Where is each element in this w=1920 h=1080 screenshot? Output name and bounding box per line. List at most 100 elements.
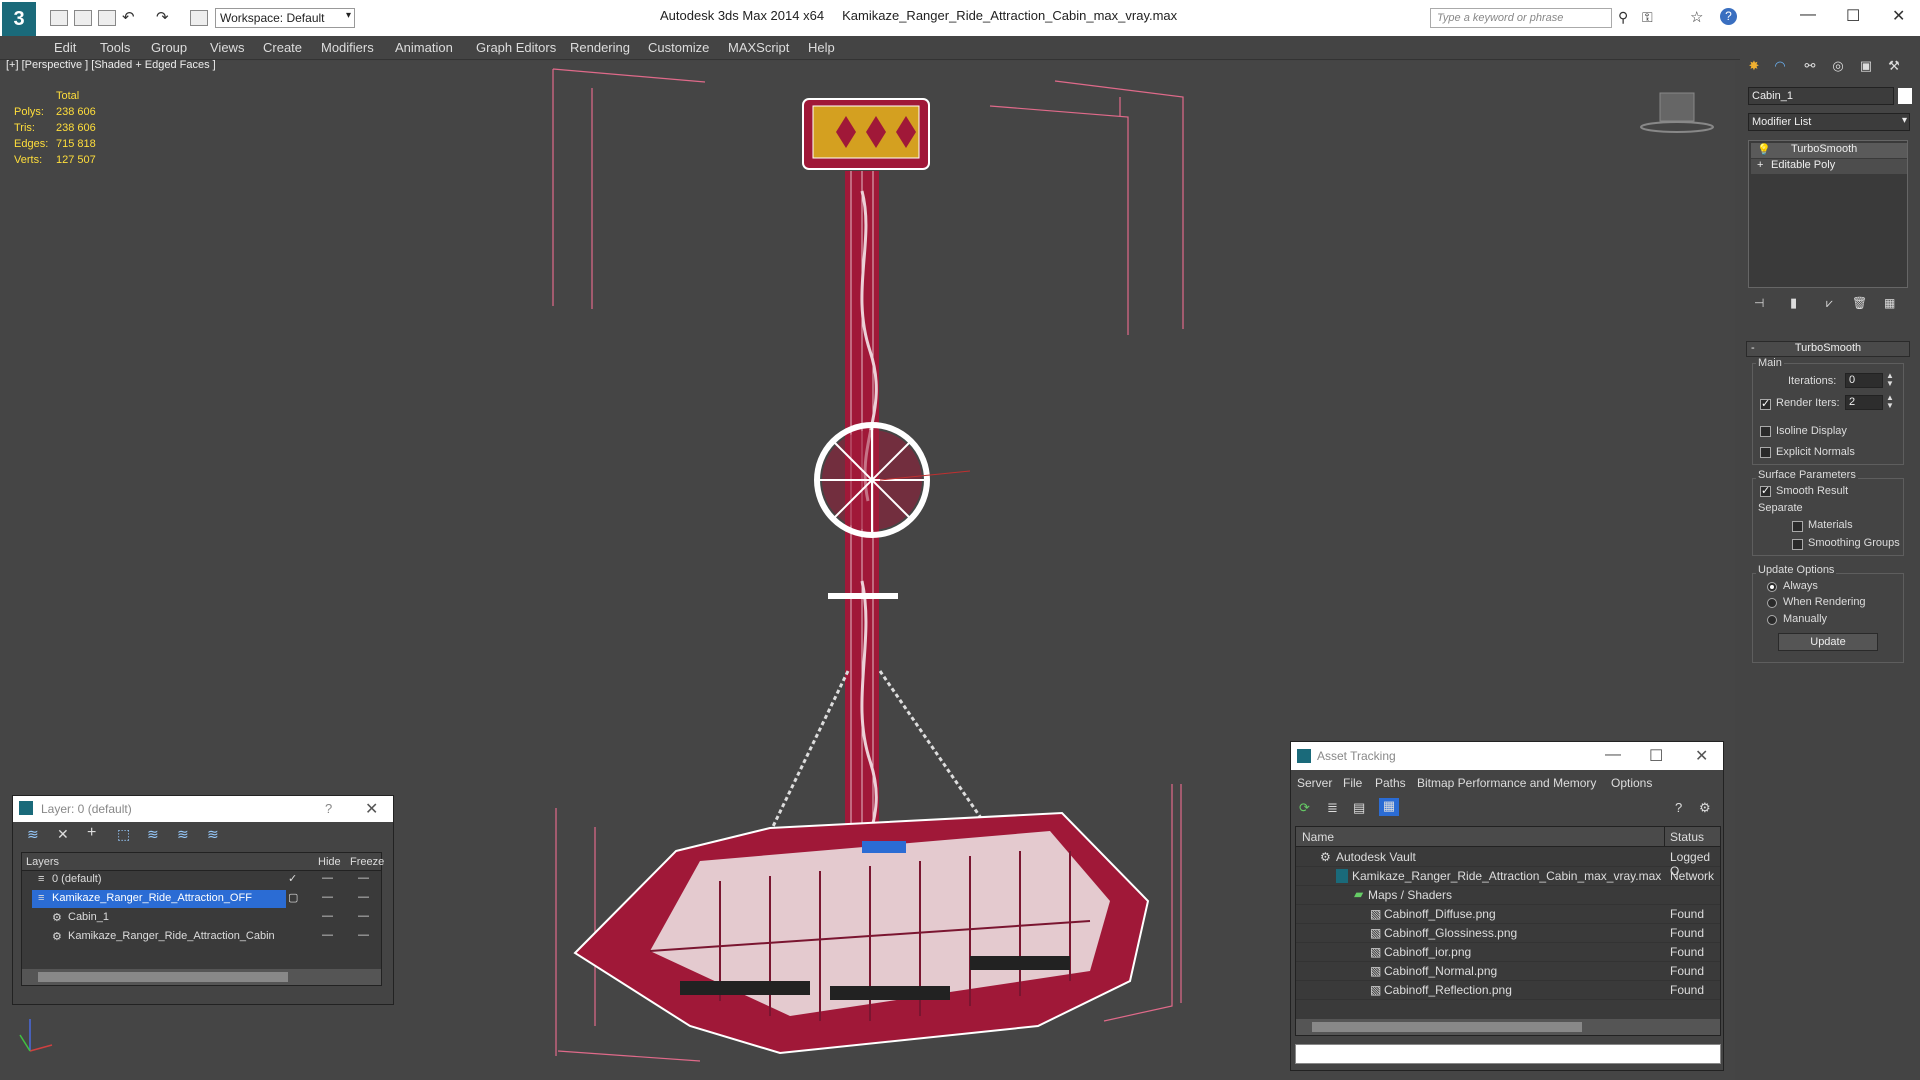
menu-maxscript[interactable]: MAXScript [728,40,789,55]
maximize-icon[interactable]: ☐ [1846,6,1860,26]
show-end-result-icon[interactable]: ▮ [1790,295,1797,311]
asset-row[interactable]: ▰ Maps / Shaders [1296,886,1720,905]
redo-icon[interactable]: ↷ [156,8,169,26]
motion-tab-icon[interactable]: ◎ [1828,58,1848,78]
asset-row[interactable]: ▧ Cabinoff_Diffuse.png Found [1296,905,1720,924]
asset-row[interactable]: Kamikaze_Ranger_Ride_Attraction_Cabin_ma… [1296,867,1720,886]
menu-edit[interactable]: Edit [54,40,76,55]
always-radio[interactable] [1767,582,1777,592]
maximize-icon[interactable]: ☐ [1649,746,1663,766]
configure-sets-icon[interactable]: ▦ [1884,296,1895,310]
col-name[interactable]: Name [1302,830,1334,844]
smoothing-groups-checkbox[interactable] [1792,539,1803,550]
rollout-turbosmooth[interactable]: - TurboSmooth [1746,341,1910,357]
grid-view-icon[interactable]: ▦ [1379,798,1399,816]
menu-paths[interactable]: Paths [1375,776,1406,790]
menu-rendering[interactable]: Rendering [570,40,630,55]
display-tab-icon[interactable]: ▣ [1856,58,1876,78]
close-icon[interactable]: ✕ [365,799,378,819]
close-icon[interactable]: ✕ [1695,746,1708,766]
search-input[interactable]: Type a keyword or phrase [1430,8,1612,28]
open-file-icon[interactable] [74,10,92,26]
close-icon[interactable]: ✕ [1892,6,1905,26]
hierarchy-tab-icon[interactable]: ⚯ [1800,58,1820,78]
freeze-toggle[interactable]: — [358,872,369,884]
col-divider[interactable] [1664,827,1665,847]
binoculars-icon[interactable]: ⚲ [1618,9,1628,26]
table-view-icon[interactable]: ▤ [1353,800,1365,816]
spinner-arrows-icon[interactable]: ▲ ▼ [1886,372,1894,388]
asset-row[interactable]: ▧ Cabinoff_Glossiness.png Found [1296,924,1720,943]
menu-animation[interactable]: Animation [395,40,453,55]
highlight-layer-icon[interactable]: ≋ [147,826,159,843]
stack-item-editable-poly[interactable]: + Editable Poly [1751,159,1907,174]
freeze-all-icon[interactable]: ≋ [207,826,219,843]
refresh-icon[interactable]: ⟳ [1299,800,1310,816]
hide-all-icon[interactable]: ≋ [177,826,189,843]
modify-tab-icon[interactable]: ◠ [1770,58,1790,78]
undo-icon[interactable]: ↶ [122,8,135,26]
menu-help[interactable]: Help [808,40,835,55]
pin-stack-icon[interactable]: ⊣ [1754,296,1764,310]
modifier-list-dropdown[interactable]: Modifier List ▾ [1748,113,1910,131]
expand-icon[interactable]: + [1757,159,1763,171]
scrollbar-thumb[interactable] [1312,1022,1582,1032]
menu-tools[interactable]: Tools [100,40,130,55]
col-layers[interactable]: Layers [26,856,59,868]
manually-radio[interactable] [1767,615,1777,625]
asset-row[interactable]: ▧ Cabinoff_Normal.png Found [1296,962,1720,981]
isoline-display-checkbox[interactable] [1760,426,1771,437]
menu-customize[interactable]: Customize [648,40,709,55]
current-layer-icon[interactable]: ▢ [288,891,298,904]
object-color-swatch[interactable] [1898,88,1912,104]
delete-layer-icon[interactable]: ✕ [57,826,69,843]
list-view-icon[interactable]: ≣ [1327,800,1338,816]
menu-file[interactable]: File [1343,776,1362,790]
object-name-field[interactable]: Cabin_1 [1748,87,1894,105]
col-freeze[interactable]: Freeze [350,856,384,868]
asset-row[interactable]: ▧ Cabinoff_Reflection.png Found [1296,981,1720,1000]
freeze-toggle[interactable]: — [358,910,369,922]
col-hide[interactable]: Hide [318,856,341,868]
save-icon[interactable] [98,10,116,26]
help-icon[interactable]: ? [325,801,332,816]
create-tab-icon[interactable]: ✸ [1744,58,1764,78]
hide-toggle[interactable]: — [322,891,333,903]
layer-row[interactable]: ⚙ Cabin_1 — — [22,909,378,927]
freeze-toggle[interactable]: — [358,929,369,941]
horizontal-scrollbar[interactable] [22,969,381,985]
utilities-tab-icon[interactable]: ⚒ [1884,58,1904,78]
hide-toggle[interactable]: — [322,910,333,922]
hide-toggle[interactable]: — [322,872,333,884]
iterations-spinner[interactable]: 0 [1845,373,1883,388]
menu-modifiers[interactable]: Modifiers [321,40,374,55]
col-status[interactable]: Status [1670,830,1704,844]
select-objects-icon[interactable]: ⬚ [117,826,130,843]
asset-path-field[interactable] [1295,1044,1721,1064]
stack-item-turbosmooth[interactable]: 💡 TurboSmooth [1751,143,1907,158]
new-layer-icon[interactable]: ≋ [27,826,39,843]
help-icon[interactable]: ? [1675,800,1682,815]
help-icon[interactable]: ? [1720,8,1737,25]
remove-modifier-icon[interactable]: 🗑 [1852,296,1867,310]
layer-row[interactable]: ≡ 0 (default) ✓ — — [22,871,378,889]
make-unique-icon[interactable]: ⩗ [1826,296,1833,311]
materials-checkbox[interactable] [1792,521,1803,532]
scrollbar-thumb[interactable] [38,972,288,982]
update-button[interactable]: Update [1778,633,1878,651]
layer-row-selected[interactable]: ≡ Kamikaze_Ranger_Ride_Attraction_OFF ▢ … [22,890,378,908]
hide-toggle[interactable]: — [322,929,333,941]
horizontal-scrollbar[interactable] [1296,1019,1720,1035]
minimize-icon[interactable]: — [1800,6,1816,24]
menu-bitmap-performance[interactable]: Bitmap Performance and Memory [1417,776,1596,790]
layer-row[interactable]: ⚙ Kamikaze_Ranger_Ride_Attraction_Cabin … [22,928,378,946]
project-folder-icon[interactable] [190,10,208,26]
spinner-arrows-icon[interactable]: ▲ ▼ [1886,394,1894,410]
workspace-dropdown[interactable]: Workspace: Default ▾ [215,8,355,28]
app-logo-icon[interactable]: 3 [2,2,36,36]
asset-row[interactable]: ⚙ Autodesk Vault Logged O [1296,848,1720,878]
menu-views[interactable]: Views [210,40,244,55]
minimize-icon[interactable]: — [1605,746,1621,764]
star-icon[interactable]: ☆ [1690,8,1703,26]
add-to-layer-icon[interactable]: + [87,824,96,842]
